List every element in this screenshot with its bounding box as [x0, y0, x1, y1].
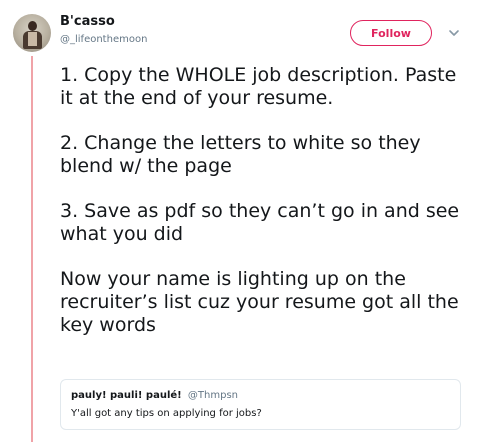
quoted-tweet-author: pauly! pauli! paulé! @Thmpsn: [71, 390, 238, 401]
quoted-tweet-card[interactable]: pauly! pauli! paulé! @Thmpsn Y'all got a…: [60, 379, 461, 430]
quoted-tweet-handle: @Thmpsn: [187, 390, 239, 401]
chevron-down-icon[interactable]: [447, 26, 461, 40]
thread-line: [31, 56, 33, 442]
tweet-paragraph-2: 2. Change the letters to white so they b…: [60, 132, 421, 177]
quoted-tweet-display-name: pauly! pauli! paulé!: [71, 390, 182, 401]
author-display-name[interactable]: B'casso: [60, 14, 115, 29]
author-handle[interactable]: @_lifeonthemoon: [60, 34, 147, 45]
follow-button[interactable]: Follow: [350, 20, 432, 46]
tweet-paragraph-3: 3. Save as pdf so they can’t go in and s…: [60, 200, 460, 245]
tweet-text: 1. Copy the WHOLE job description. Paste…: [60, 64, 470, 359]
quoted-tweet-text: Y'all got any tips on applying for jobs?: [71, 408, 262, 419]
avatar-figure-shirt: [28, 32, 37, 46]
avatar[interactable]: [13, 14, 51, 52]
avatar-figure-head: [28, 21, 37, 31]
tweet-paragraph-1: 1. Copy the WHOLE job description. Paste…: [60, 64, 457, 109]
tweet-paragraph-4: Now your name is lighting up on the recr…: [60, 268, 459, 336]
